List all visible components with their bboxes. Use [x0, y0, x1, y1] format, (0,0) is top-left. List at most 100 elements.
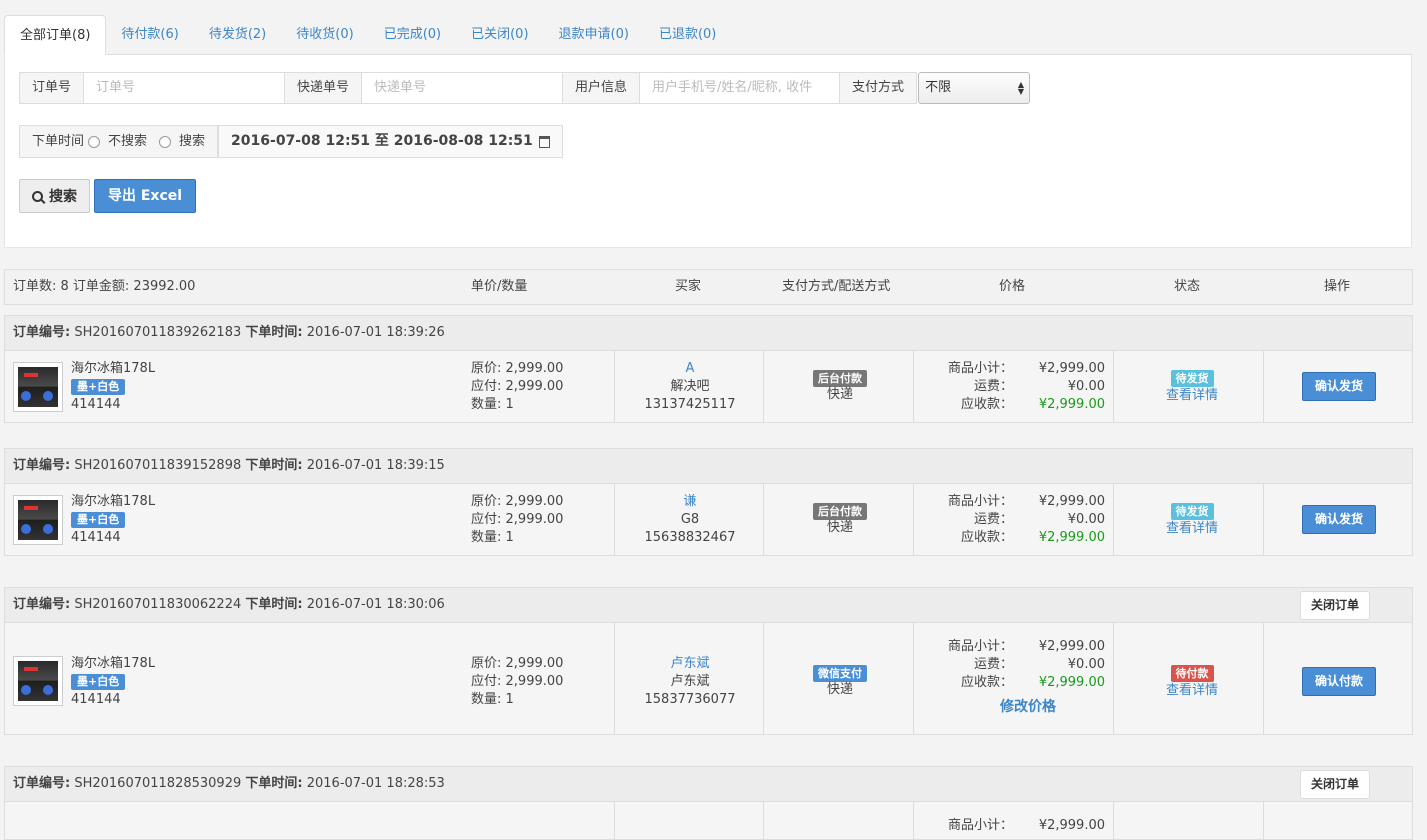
- cell-divider: [1113, 802, 1114, 839]
- buyer-nickname-link[interactable]: 卢东斌: [615, 655, 765, 673]
- order-table-header: 订单数: 8 订单金额: 23992.00 单价/数量 买家 支付方式/配送方式…: [4, 269, 1413, 305]
- product-info: 海尔冰箱178L 墨+白色 414144: [71, 655, 155, 709]
- product-thumbnail[interactable]: [13, 656, 63, 706]
- payable-label: 应付:: [471, 379, 506, 394]
- tab-completed[interactable]: 已完成(0): [369, 15, 456, 55]
- view-details-link[interactable]: 查看详情: [1117, 520, 1267, 537]
- order-time-label: 下单时间:: [245, 776, 303, 791]
- pay-ship-info: 微信支付 快递: [765, 665, 915, 698]
- radio-search-label: 搜索: [179, 134, 206, 149]
- buyer-nickname-link[interactable]: 谦: [615, 493, 765, 511]
- express-no-label: 快递单号: [284, 72, 363, 104]
- tab-pending-receipt[interactable]: 待收货(0): [281, 15, 368, 55]
- buyer-nickname-link[interactable]: A: [615, 360, 765, 378]
- spec-tag: 墨+白色: [71, 379, 126, 395]
- cell-divider: [913, 484, 914, 555]
- confirm-ship-button[interactable]: 确认发货: [1302, 372, 1376, 401]
- order-time-label: 下单时间:: [245, 325, 303, 340]
- price-summary: 商品小计： ¥2,999.00: [917, 817, 1117, 835]
- status-badge: 待发货: [1170, 370, 1214, 387]
- product-name: 海尔冰箱178L: [71, 494, 156, 509]
- product-info: 海尔冰箱178L 墨+白色 414144: [71, 360, 155, 414]
- close-order-button[interactable]: 关闭订单: [1299, 591, 1370, 620]
- tab-refunded[interactable]: 已退款(0): [644, 15, 731, 55]
- order-status-tabs: 全部订单(8) 待付款(6) 待发货(2) 待收货(0) 已完成(0) 已关闭(…: [4, 15, 731, 55]
- col-unit-qty: 单价/数量: [471, 279, 528, 294]
- order-meta: 订单编号: SH201607011830062224 下单时间: 2016-07…: [13, 588, 445, 622]
- radio-search[interactable]: 搜索: [159, 126, 205, 157]
- payable-label: 应付:: [471, 674, 506, 689]
- date-range-picker[interactable]: 2016-07-08 12:51 至 2016-08-08 12:51: [218, 125, 563, 158]
- modify-price-link[interactable]: 修改价格: [917, 698, 1117, 716]
- radio-circle-icon: [88, 135, 101, 148]
- export-excel-button[interactable]: 导出 Excel: [94, 179, 197, 213]
- product-thumbnail[interactable]: [13, 362, 63, 412]
- search-icon: [32, 190, 43, 202]
- subtotal-value: ¥2,999.00: [1038, 639, 1105, 654]
- order-no-input[interactable]: 订单号: [84, 72, 285, 104]
- freight-value: ¥0.00: [1067, 379, 1105, 394]
- col-status: 状态: [1174, 279, 1201, 294]
- buyer-name: 卢东斌: [670, 674, 710, 689]
- pay-ship-info: 后台付款 快递: [765, 503, 915, 536]
- view-details-link[interactable]: 查看详情: [1117, 682, 1267, 699]
- express-no-input[interactable]: 快递单号: [362, 72, 563, 104]
- payable-price: 2,999.00: [505, 674, 564, 689]
- qty-label: 数量:: [471, 530, 506, 545]
- receivable-value: ¥2,999.00: [1038, 675, 1105, 690]
- order-no-label: 订单号: [19, 72, 85, 104]
- payment-method-select[interactable]: 不限 ▲ ▼: [918, 72, 1031, 104]
- cell-divider: [1113, 484, 1114, 555]
- cell-divider: [1263, 623, 1264, 734]
- order-no-label: 订单编号:: [13, 458, 71, 473]
- payment-method-label: 支付方式: [839, 72, 918, 104]
- product-name: 海尔冰箱178L: [71, 656, 156, 671]
- freight-value: ¥0.00: [1067, 512, 1105, 527]
- order-row: 海尔冰箱178L 墨+白色 414144 原价: 2,999.00 应付: 2,…: [4, 623, 1413, 735]
- shipping-method: 快递: [826, 682, 853, 697]
- order-time-label: 下单时间:: [245, 597, 303, 612]
- buyer-name: G8: [680, 512, 700, 527]
- product-info: 海尔冰箱178L 墨+白色 414144: [71, 493, 155, 547]
- tab-pending-shipment[interactable]: 待发货(2): [194, 15, 281, 55]
- product-thumbnail[interactable]: [13, 495, 63, 545]
- spec-tag: 墨+白色: [71, 674, 126, 690]
- confirm-payment-button[interactable]: 确认付款: [1302, 667, 1376, 696]
- cell-divider: [763, 802, 764, 839]
- subtotal-value: ¥2,999.00: [1038, 818, 1105, 833]
- order-meta: 订单编号: SH201607011839262183 下单时间: 2016-07…: [13, 316, 445, 350]
- tab-all-orders[interactable]: 全部订单(8): [4, 15, 107, 55]
- orig-price: 2,999.00: [505, 656, 564, 671]
- tab-pending-payment[interactable]: 待付款(6): [106, 15, 193, 55]
- subtotal-value: ¥2,999.00: [1038, 494, 1105, 509]
- user-info-input[interactable]: 用户手机号/姓名/昵称, 收件: [640, 72, 840, 104]
- cell-divider: [913, 623, 914, 734]
- orig-price: 2,999.00: [505, 361, 564, 376]
- receivable-value: ¥2,999.00: [1038, 397, 1105, 412]
- qty-label: 数量:: [471, 397, 506, 412]
- close-order-button[interactable]: 关闭订单: [1299, 770, 1370, 799]
- subtotal-label: 商品小计：: [947, 818, 1013, 833]
- tab-refund-requests[interactable]: 退款申请(0): [544, 15, 644, 55]
- confirm-ship-button[interactable]: 确认发货: [1302, 505, 1376, 534]
- product-sku: 414144: [71, 397, 121, 412]
- search-button[interactable]: 搜索: [19, 179, 90, 213]
- order-time: 2016-07-01 18:30:06: [306, 597, 445, 612]
- freight-label: 运费：: [973, 379, 1013, 394]
- view-details-link[interactable]: 查看详情: [1117, 387, 1267, 404]
- shipping-method: 快递: [826, 387, 853, 402]
- order-row: 商品小计： ¥2,999.00: [4, 802, 1413, 840]
- status-badge: 待付款: [1170, 665, 1214, 682]
- freight-value: ¥0.00: [1067, 657, 1105, 672]
- payment-badge: 后台付款: [813, 370, 867, 387]
- orig-label: 原价:: [471, 494, 506, 509]
- orig-label: 原价:: [471, 361, 506, 376]
- radio-no-search[interactable]: 不搜索: [88, 126, 147, 157]
- cell-divider: [763, 623, 764, 734]
- col-price: 价格: [999, 279, 1026, 294]
- qty-value: 1: [505, 692, 514, 707]
- order-time: 2016-07-01 18:39:26: [306, 325, 445, 340]
- order-status: 待发货 查看详情: [1117, 370, 1267, 404]
- receivable-label: 应收款：: [960, 530, 1013, 545]
- tab-closed[interactable]: 已关闭(0): [456, 15, 543, 55]
